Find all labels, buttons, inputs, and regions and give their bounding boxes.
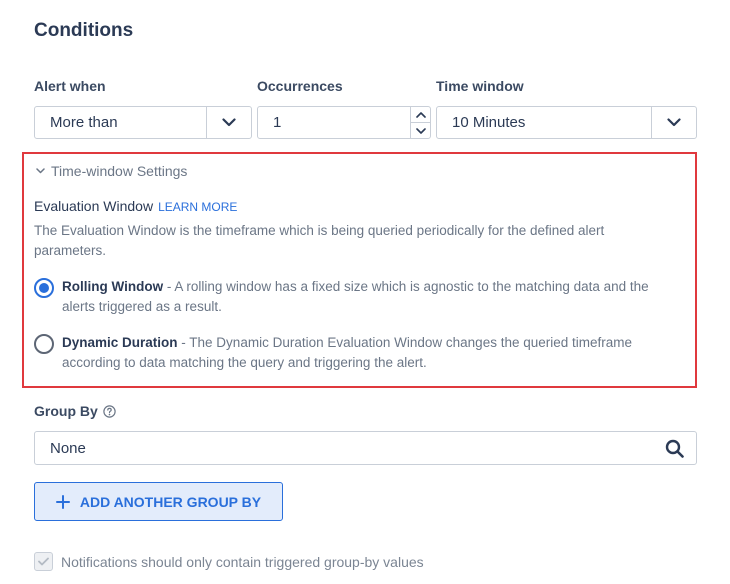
- occurrences-value: 1: [273, 114, 282, 131]
- notifications-label: Notifications should only contain trigge…: [61, 553, 424, 570]
- time-window-dropdown-button[interactable]: [651, 107, 696, 138]
- add-another-group-by-label: ADD ANOTHER GROUP BY: [79, 493, 262, 510]
- decrement-button[interactable]: [411, 123, 430, 138]
- search-icon[interactable]: [665, 439, 684, 458]
- rolling-window-separator: -: [163, 279, 175, 294]
- alert-when-select[interactable]: More than: [34, 106, 252, 139]
- rolling-window-text: Rolling Window - A rolling window has a …: [62, 277, 684, 317]
- occurrences-label: Occurrences: [257, 78, 343, 94]
- time-window-label: Time window: [436, 78, 524, 94]
- chevron-down-icon: [222, 118, 236, 127]
- time-window-settings-toggle[interactable]: Time-window Settings: [36, 163, 187, 179]
- chevron-up-icon: [415, 111, 426, 118]
- dynamic-duration-radio[interactable]: [34, 334, 54, 354]
- chevron-down-icon: [415, 127, 426, 134]
- rolling-window-radio[interactable]: [34, 278, 54, 298]
- notifications-checkbox[interactable]: [34, 552, 53, 571]
- conditions-title: Conditions: [34, 20, 134, 41]
- chevron-down-icon: [667, 118, 681, 127]
- group-by-value: None: [50, 439, 86, 457]
- rolling-window-name: Rolling Window: [62, 279, 164, 294]
- dynamic-duration-text: Dynamic Duration - The Dynamic Duration …: [62, 333, 684, 373]
- evaluation-window-header: Evaluation Window LEARN MORE: [34, 198, 237, 214]
- group-by-header: Group By: [34, 403, 116, 419]
- add-another-group-by-button[interactable]: ADD ANOTHER GROUP BY: [34, 482, 283, 521]
- time-window-select[interactable]: 10 Minutes: [436, 106, 697, 139]
- time-window-value: 10 Minutes: [452, 114, 526, 131]
- alert-when-dropdown-button[interactable]: [206, 107, 251, 138]
- notifications-option[interactable]: Notifications should only contain trigge…: [34, 552, 424, 571]
- time-window-settings-label: Time-window Settings: [51, 163, 188, 179]
- occurrences-spinner: [410, 107, 430, 138]
- dynamic-duration-separator: -: [177, 335, 190, 350]
- help-icon[interactable]: [103, 404, 116, 418]
- occurrences-stepper[interactable]: 1: [257, 106, 431, 139]
- plus-icon: [55, 494, 70, 509]
- alert-when-label: Alert when: [34, 78, 106, 94]
- time-window-settings-panel: Time-window Settings Evaluation Window L…: [22, 152, 697, 388]
- increment-button[interactable]: [411, 107, 430, 123]
- learn-more-link[interactable]: LEARN MORE: [158, 200, 237, 214]
- evaluation-window-title: Evaluation Window: [34, 198, 154, 214]
- chevron-down-icon: [36, 168, 45, 174]
- dynamic-duration-name: Dynamic Duration: [62, 335, 178, 350]
- alert-when-value: More than: [50, 114, 118, 131]
- group-by-label: Group By: [34, 403, 98, 419]
- checkmark-icon: [38, 557, 49, 566]
- evaluation-window-description: The Evaluation Window is the timeframe w…: [34, 223, 605, 258]
- group-by-select[interactable]: None: [34, 431, 697, 465]
- dynamic-duration-option[interactable]: Dynamic Duration - The Dynamic Duration …: [34, 333, 684, 373]
- rolling-window-option[interactable]: Rolling Window - A rolling window has a …: [34, 277, 684, 317]
